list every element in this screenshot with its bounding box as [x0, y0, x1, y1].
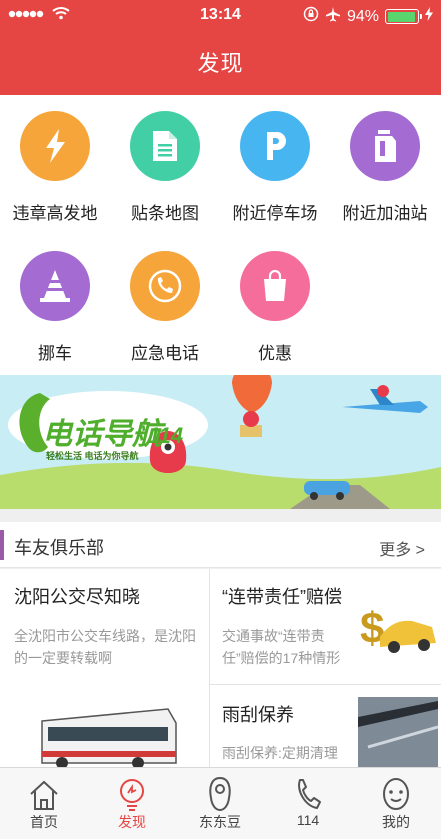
- home-icon: [29, 776, 59, 812]
- feature-move-car[interactable]: 挪车: [0, 235, 110, 375]
- traffic-cone-icon: [20, 251, 90, 321]
- battery-percent: 94%: [346, 7, 379, 25]
- profile-face-icon: [381, 776, 411, 812]
- tab-label: 首页: [30, 814, 58, 830]
- charging-bolt-icon: [425, 7, 433, 26]
- feature-emergency-call[interactable]: 应急电话: [110, 235, 220, 375]
- banner-headline: 电话导航: [42, 418, 162, 451]
- tab-home[interactable]: 首页: [0, 768, 88, 839]
- divider: [210, 684, 441, 685]
- battery-icon: [385, 9, 422, 24]
- document-icon: [130, 111, 200, 181]
- club-section-header: 车友俱乐部 更多 >: [0, 522, 441, 568]
- wiper-thumbnail: [358, 697, 438, 767]
- news-title: 沈阳公交尽知晓: [14, 587, 140, 607]
- news-desc: 雨刮保养:定期清理: [222, 745, 338, 761]
- airplane-icon: [325, 6, 341, 27]
- tab-mine[interactable]: 我的: [352, 768, 440, 839]
- news-title: “连带责任”赔偿: [222, 587, 342, 607]
- news-desc: 全沈阳市公交车线路，是沈阳的一定要转载啊: [14, 628, 196, 666]
- club-title: 车友俱乐部: [14, 538, 104, 558]
- phone-icon: [130, 251, 200, 321]
- news-title: 雨刮保养: [222, 705, 294, 725]
- feature-label: 优惠: [258, 344, 292, 363]
- feature-label: 应急电话: [131, 344, 199, 363]
- tab-114[interactable]: 114: [264, 768, 352, 839]
- banner-number: 114: [148, 423, 184, 448]
- more-link[interactable]: 更多 >: [379, 536, 425, 560]
- tab-label: 东东豆: [199, 814, 241, 830]
- tab-label: 114: [296, 812, 320, 828]
- feature-label: 违章高发地: [12, 204, 98, 223]
- feature-grid: 违章高发地 贴条地图 附近停车场 附近加油站 挪车 应急电话 优惠: [0, 95, 441, 375]
- promo-banner-114[interactable]: 电话导航 114 轻松生活 电话为你导航: [0, 375, 441, 509]
- fuel-can-icon: [350, 111, 420, 181]
- tab-label: 发现: [118, 814, 146, 830]
- bus-thumbnail: [38, 697, 178, 767]
- feature-label: 附近加油站: [342, 204, 428, 223]
- phone-icon: [293, 776, 323, 812]
- nav-bar: 发现: [0, 32, 441, 95]
- feature-nearby-parking[interactable]: 附近停车场: [220, 95, 330, 235]
- tab-bar: 首页 发现 东东豆 114 我的: [0, 767, 441, 839]
- status-bar: 13:14 94%: [0, 0, 441, 32]
- section-accent-bar: [0, 530, 4, 560]
- feature-ticket-map[interactable]: 贴条地图: [110, 95, 220, 235]
- parking-icon: [240, 111, 310, 181]
- feature-label: 挪车: [38, 344, 72, 363]
- news-desc: 交通事故“连带责任”赔偿的17种情形: [222, 628, 341, 666]
- feature-label: 贴条地图: [131, 204, 199, 223]
- feature-discounts[interactable]: 优惠: [220, 235, 330, 375]
- feature-label: 附近停车场: [232, 204, 318, 223]
- feature-nearby-gas-station[interactable]: 附近加油站: [330, 95, 440, 235]
- banner-slogan: 轻松生活 电话为你导航: [46, 451, 139, 461]
- bean-icon: [205, 776, 235, 812]
- feature-violation-hotspots[interactable]: 违章高发地: [0, 95, 110, 235]
- club-news-panel: 沈阳公交尽知晓 全沈阳市公交车线路，是沈阳的一定要转载啊 “连带责任”赔偿 交通…: [0, 569, 441, 767]
- tab-label: 我的: [382, 814, 410, 830]
- divider: [209, 569, 210, 767]
- car-dollar-thumbnail: $: [358, 597, 438, 659]
- lightning-icon: [20, 111, 90, 181]
- page-title: 发现: [197, 51, 244, 76]
- tab-discover[interactable]: 发现: [88, 768, 176, 839]
- tab-beans[interactable]: 东东豆: [176, 768, 264, 839]
- rotation-lock-icon: [303, 6, 319, 27]
- discover-bulb-icon: [117, 776, 147, 812]
- shopping-bag-icon: [240, 251, 310, 321]
